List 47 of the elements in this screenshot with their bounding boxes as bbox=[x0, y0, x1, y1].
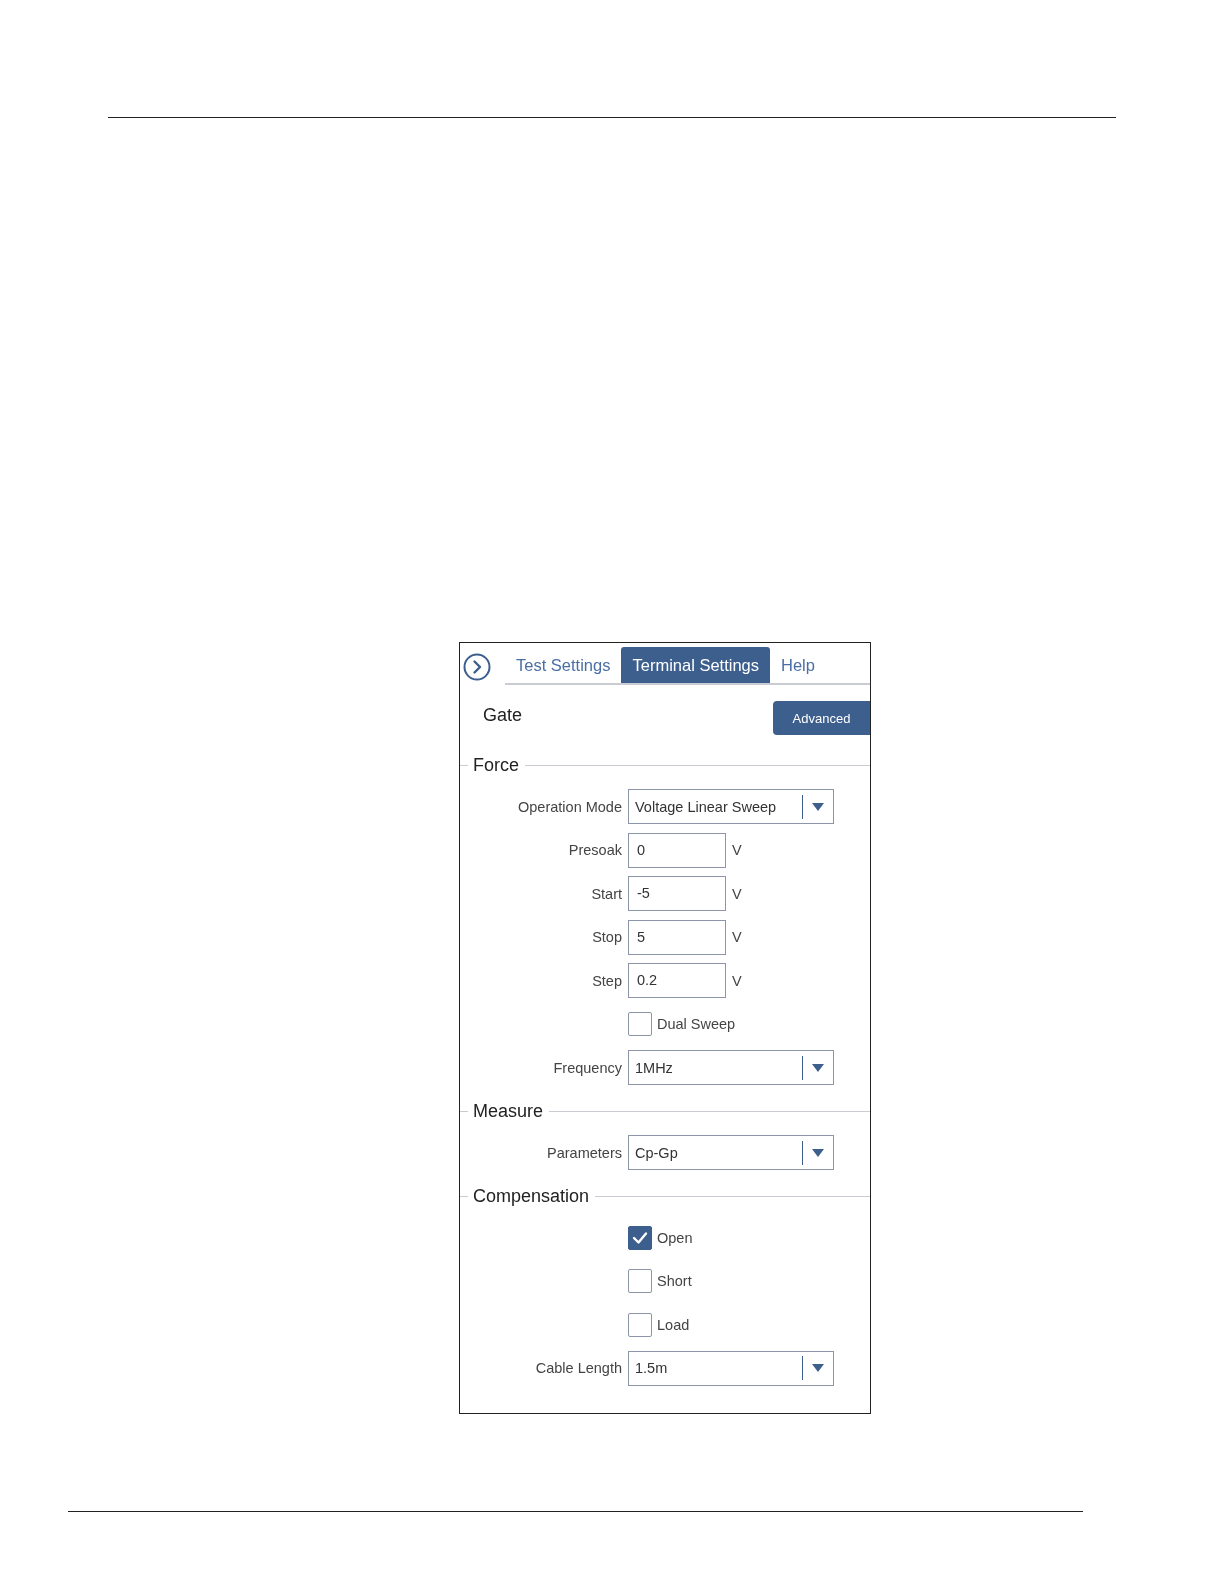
checkbox[interactable] bbox=[628, 1312, 652, 1337]
expand-button[interactable] bbox=[463, 653, 491, 681]
field-label: Frequency bbox=[553, 1059, 622, 1076]
input-field[interactable]: -5 bbox=[628, 876, 726, 911]
panel-title: Gate bbox=[483, 704, 523, 726]
input-field[interactable]: 0.2 bbox=[628, 963, 726, 998]
checkbox-label[interactable]: Load bbox=[657, 1316, 690, 1333]
field-label: Step bbox=[592, 972, 622, 989]
unit-label: V bbox=[732, 929, 742, 945]
unit-label: V bbox=[732, 842, 742, 858]
field-label: Operation Mode bbox=[518, 798, 622, 815]
section-heading: Measure bbox=[473, 1100, 544, 1122]
checkbox-label[interactable]: Open bbox=[657, 1229, 693, 1246]
field-label: Cable Length bbox=[535, 1360, 622, 1376]
section-heading: Force bbox=[473, 754, 519, 776]
dropdown[interactable]: Voltage Linear Sweep bbox=[628, 789, 834, 824]
field-label: Presoak bbox=[568, 842, 622, 858]
unit-label: V bbox=[732, 972, 742, 989]
input-field[interactable]: 5 bbox=[628, 919, 726, 955]
checkbox[interactable] bbox=[628, 1269, 652, 1293]
tab[interactable]: Terminal Settings bbox=[621, 647, 771, 683]
chevron-right-icon bbox=[463, 653, 491, 681]
unit-label: V bbox=[732, 885, 742, 902]
dropdown-arrow-icon bbox=[812, 1148, 824, 1157]
input-field[interactable]: 0 bbox=[628, 832, 726, 868]
dropdown-arrow-icon bbox=[812, 802, 824, 811]
advanced-button[interactable]: Advanced bbox=[773, 701, 870, 735]
dropdown[interactable]: 1.5m bbox=[628, 1350, 834, 1386]
dropdown-value: Voltage Linear Sweep bbox=[634, 798, 778, 815]
field-label: Parameters bbox=[547, 1144, 622, 1161]
field-label: Start bbox=[591, 885, 622, 902]
section-heading: Compensation bbox=[473, 1185, 590, 1207]
dropdown[interactable]: 1MHz bbox=[628, 1050, 834, 1085]
checkbox-label[interactable]: Short bbox=[657, 1273, 692, 1289]
checkbox[interactable] bbox=[628, 1225, 652, 1250]
dropdown-arrow-icon bbox=[812, 1063, 824, 1072]
checkmark-icon bbox=[632, 1230, 648, 1245]
dropdown-value: 1.5m bbox=[634, 1360, 669, 1376]
field-label: Stop bbox=[592, 929, 622, 945]
checkbox-label[interactable]: Dual Sweep bbox=[657, 1016, 736, 1032]
dropdown-arrow-icon bbox=[812, 1364, 824, 1372]
tab[interactable]: Test Settings bbox=[505, 647, 622, 683]
dropdown-value: 1MHz bbox=[634, 1059, 674, 1076]
tab[interactable]: Help bbox=[770, 647, 826, 683]
dropdown-value: Cp-Gp bbox=[634, 1144, 679, 1161]
dropdown[interactable]: Cp-Gp bbox=[628, 1135, 834, 1170]
checkbox[interactable] bbox=[628, 1012, 652, 1036]
